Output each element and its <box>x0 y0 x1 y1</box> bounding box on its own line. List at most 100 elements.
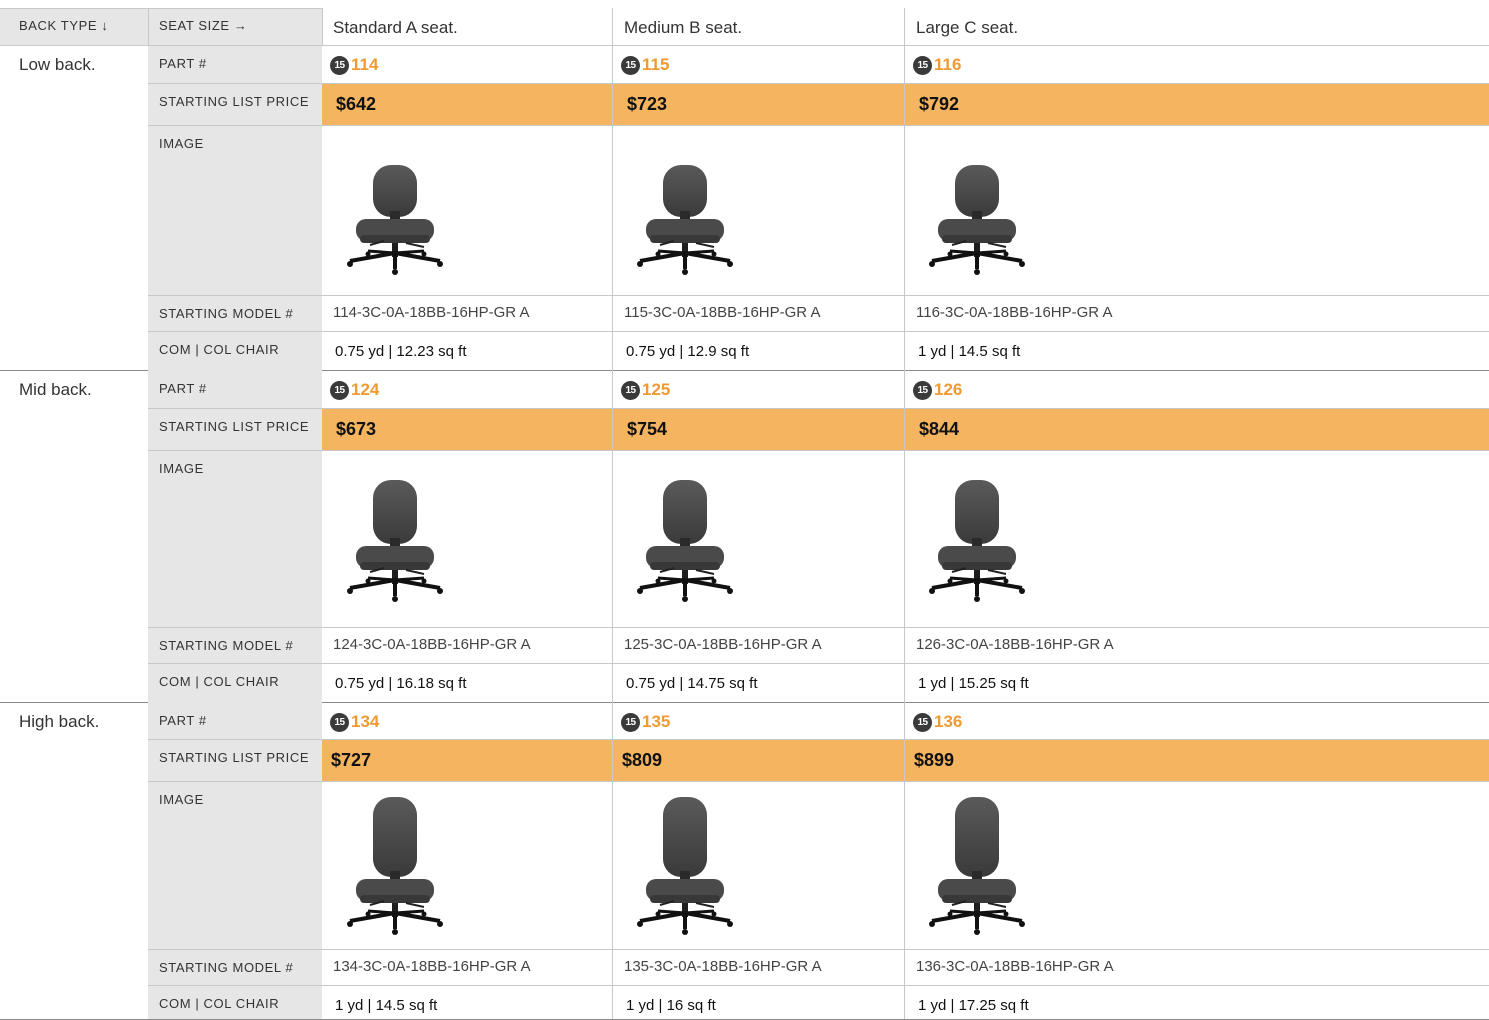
image-label: IMAGE <box>159 136 204 151</box>
image-label: IMAGE <box>159 792 204 807</box>
com-col-value: 1 yd | 15.25 sq ft <box>918 675 1029 692</box>
price-label: STARTING LIST PRICE <box>159 419 310 434</box>
chair-image <box>630 789 740 945</box>
model-number: 115-3C-0A-18BB-16HP-GR A <box>624 304 821 321</box>
part-number-text: 126 <box>934 380 963 399</box>
model-number: 126-3C-0A-18BB-16HP-GR A <box>916 636 1114 653</box>
header-divider <box>612 8 613 45</box>
part-number-text: 134 <box>351 712 380 731</box>
chair-image <box>630 458 740 623</box>
chair-icon <box>347 165 443 275</box>
com-col-value: 1 yd | 16 sq ft <box>626 997 716 1014</box>
column-divider <box>904 702 905 1019</box>
back-type-name: Mid back. <box>19 380 92 399</box>
column-divider <box>612 702 613 1019</box>
part-badge-icon: 15 <box>621 712 640 732</box>
chair-image <box>340 789 450 945</box>
chair-icon <box>929 480 1025 602</box>
part-badge-icon: 15 <box>621 380 640 400</box>
part-badge-icon: 15 <box>913 712 932 732</box>
chair-icon <box>929 797 1025 935</box>
price-band <box>322 739 1489 781</box>
model-label: STARTING MODEL # <box>159 960 294 975</box>
list-price: $723 <box>627 94 668 114</box>
header-divider <box>148 8 149 45</box>
seat-size-header: SEAT SIZE → <box>159 18 248 33</box>
row-divider <box>148 781 1489 782</box>
part-number: 15 134 <box>330 712 379 732</box>
part-badge-icon: 15 <box>621 55 640 75</box>
list-price: $792 <box>919 94 960 114</box>
model-number: 114-3C-0A-18BB-16HP-GR A <box>333 304 530 321</box>
part-label: PART # <box>159 713 207 728</box>
part-badge-icon: 15 <box>330 55 349 75</box>
header-bottom-line <box>0 45 1489 46</box>
row-divider <box>148 331 1489 332</box>
list-price: $673 <box>336 419 377 439</box>
price-label: STARTING LIST PRICE <box>159 750 310 765</box>
chair-image <box>922 789 1032 945</box>
model-label: STARTING MODEL # <box>159 638 294 653</box>
model-number: 125-3C-0A-18BB-16HP-GR A <box>624 636 822 653</box>
model-number: 124-3C-0A-18BB-16HP-GR A <box>333 636 531 653</box>
part-badge-icon: 15 <box>913 55 932 75</box>
model-label: STARTING MODEL # <box>159 306 294 321</box>
column-header-standard: Standard A seat. <box>333 18 458 37</box>
row-divider <box>148 627 1489 628</box>
com-col-value: 1 yd | 17.25 sq ft <box>918 997 1029 1014</box>
back-type-name: Low back. <box>19 55 96 74</box>
com-col-value: 0.75 yd | 14.75 sq ft <box>626 675 758 692</box>
row-divider <box>148 450 1489 451</box>
part-number-text: 125 <box>642 380 671 399</box>
image-label: IMAGE <box>159 461 204 476</box>
part-number-text: 115 <box>642 55 670 74</box>
chair-image <box>922 133 1032 291</box>
com-col-value: 0.75 yd | 12.9 sq ft <box>626 343 750 360</box>
com-label: COM | COL CHAIR <box>159 342 280 357</box>
list-price: $754 <box>627 419 668 439</box>
column-divider <box>904 370 905 702</box>
part-number: 15 125 <box>621 380 670 400</box>
part-number: 15 115 <box>621 55 669 75</box>
price-band <box>322 83 1489 125</box>
column-divider <box>904 45 905 370</box>
chair-icon <box>347 797 443 935</box>
part-label: PART # <box>159 381 207 396</box>
column-divider <box>612 370 613 702</box>
back-type-header: BACK TYPE ↓ <box>19 18 109 33</box>
com-col-value: 1 yd | 14.5 sq ft <box>918 343 1021 360</box>
list-price: $809 <box>622 750 663 770</box>
chair-image <box>922 458 1032 623</box>
chair-image <box>630 133 740 291</box>
row-divider <box>148 949 1489 950</box>
price-label: STARTING LIST PRICE <box>159 94 310 109</box>
header-top-line <box>0 8 322 9</box>
chair-image <box>340 133 450 291</box>
model-number: 134-3C-0A-18BB-16HP-GR A <box>333 958 531 975</box>
back-type-name: High back. <box>19 712 100 731</box>
part-number-text: 135 <box>642 712 671 731</box>
part-number-text: 124 <box>351 380 380 399</box>
list-price: $844 <box>919 419 960 439</box>
part-number: 15 135 <box>621 712 670 732</box>
com-label: COM | COL CHAIR <box>159 674 280 689</box>
part-number: 15 114 <box>330 55 378 75</box>
chair-image <box>340 458 450 623</box>
list-price: $727 <box>331 750 372 770</box>
row-divider <box>148 408 1489 409</box>
header-divider <box>322 8 323 45</box>
list-price: $899 <box>914 750 955 770</box>
part-number: 15 124 <box>330 380 379 400</box>
row-divider <box>148 125 1489 126</box>
part-number: 15 126 <box>913 380 962 400</box>
part-number: 15 116 <box>913 55 961 75</box>
com-col-value: 0.75 yd | 16.18 sq ft <box>335 675 467 692</box>
chair-icon <box>637 480 733 602</box>
part-badge-icon: 15 <box>330 712 349 732</box>
chair-icon <box>929 165 1025 275</box>
price-band <box>322 408 1489 450</box>
row-divider <box>148 83 1489 84</box>
part-number-text: 116 <box>934 55 962 74</box>
part-label: PART # <box>159 56 207 71</box>
model-number: 116-3C-0A-18BB-16HP-GR A <box>916 304 1113 321</box>
